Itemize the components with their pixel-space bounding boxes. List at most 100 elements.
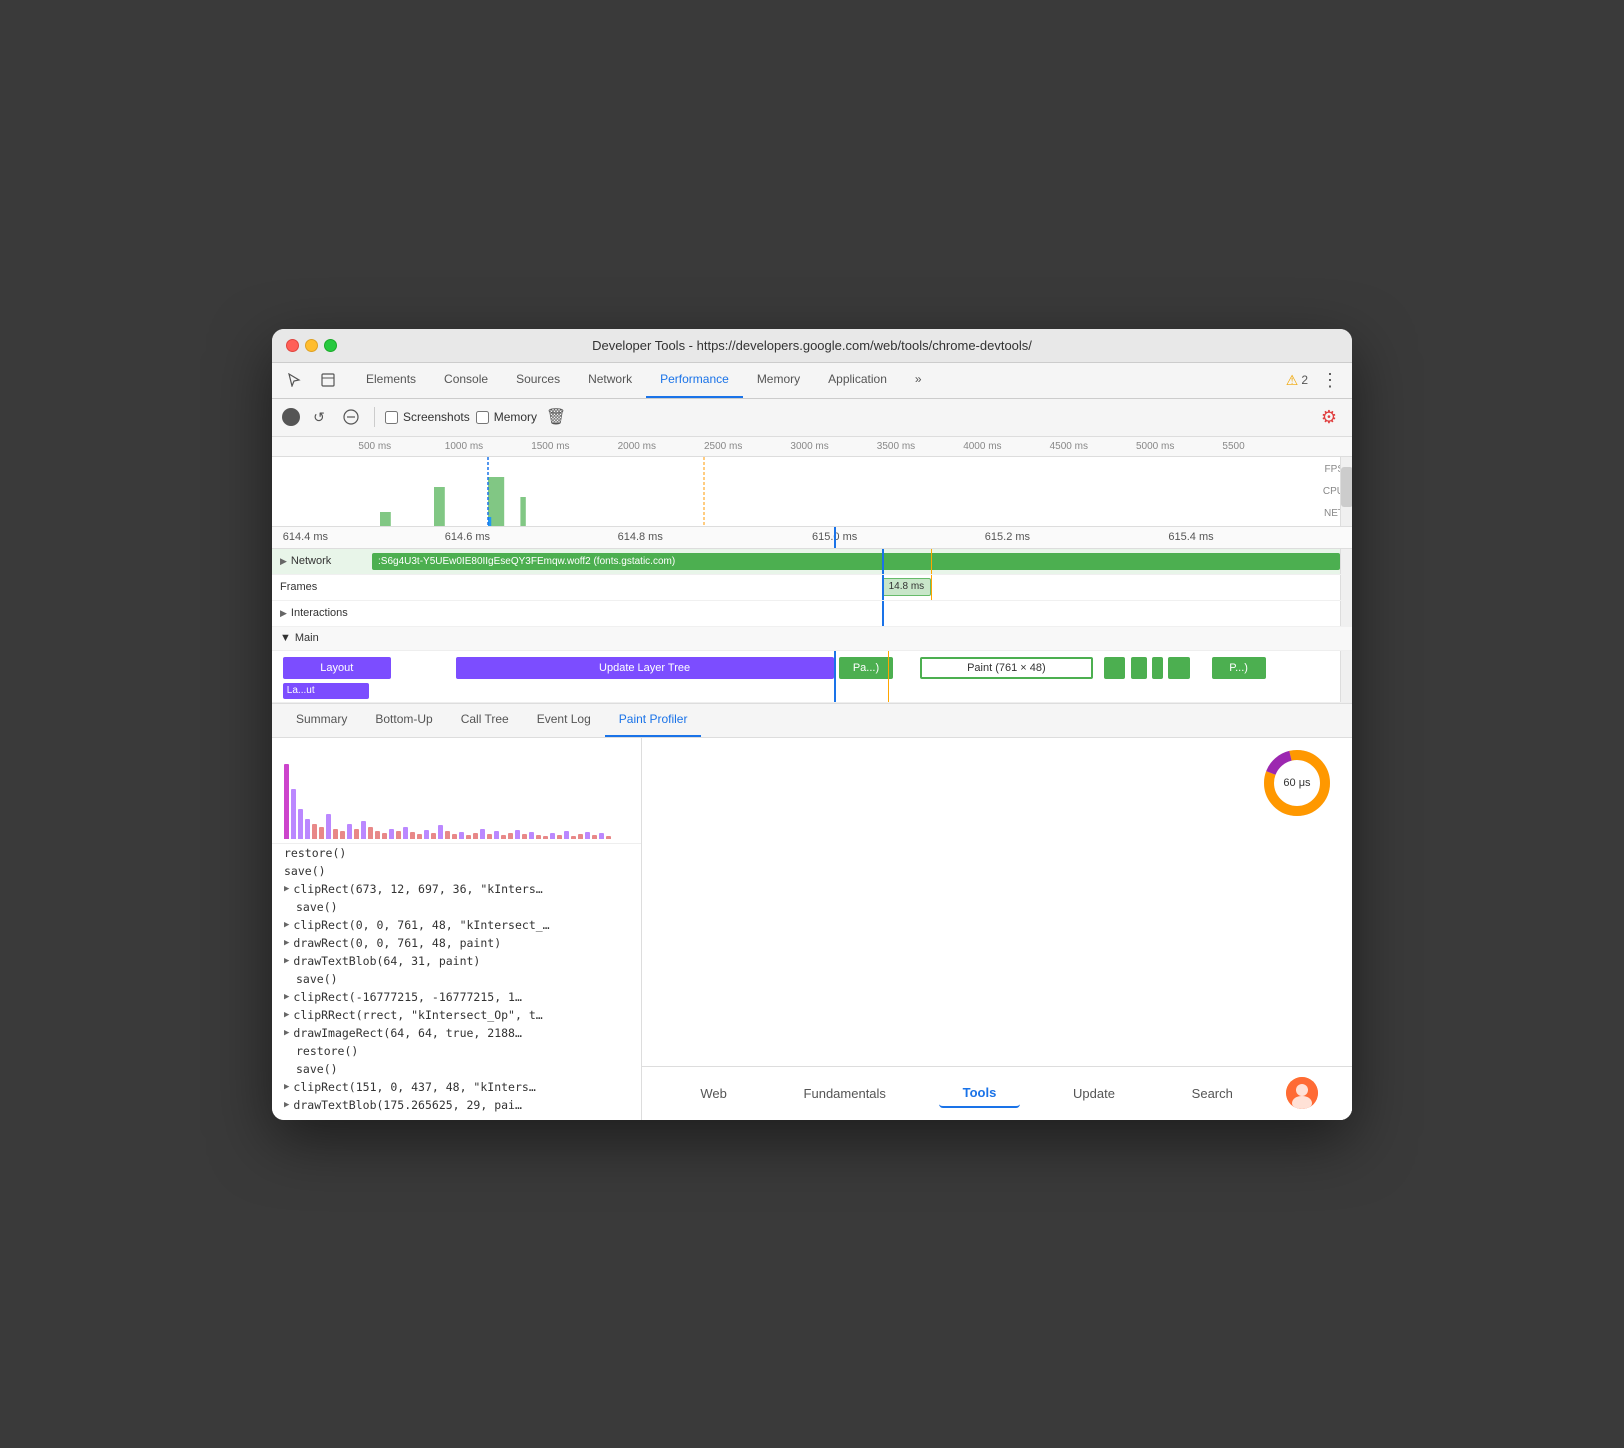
- track-frames: Frames 14.8 ms: [272, 575, 1352, 601]
- close-button[interactable]: [286, 339, 299, 352]
- tab-console[interactable]: Console: [430, 362, 502, 398]
- chart-bar-2: [298, 809, 303, 839]
- chart-bar-43: [585, 832, 590, 839]
- track-interactions-content: [372, 601, 1352, 626]
- paint-cmd-cliprect-2[interactable]: ▶ clipRect(0, 0, 761, 48, "kIntersect_…: [272, 916, 641, 934]
- toolbar: ↺ Screenshots Memory 🗑 ⚙: [272, 399, 1352, 437]
- paint-cmd-cliprect-4[interactable]: ▶ clipRect(151, 0, 437, 48, "kInters…: [272, 1078, 641, 1096]
- track-interactions-text: Interactions: [291, 607, 348, 619]
- chart-bar-42: [578, 834, 583, 839]
- chart-bar-17: [403, 827, 408, 839]
- track-frames-text: Frames: [280, 581, 317, 593]
- paint-cmd-drawimagerect[interactable]: ▶ drawImageRect(64, 64, true, 2188…: [272, 1024, 641, 1042]
- tab-memory[interactable]: Memory: [743, 362, 814, 398]
- cursor-icon[interactable]: [280, 366, 308, 394]
- chart-bar-10: [354, 829, 359, 839]
- tab-performance[interactable]: Performance: [646, 362, 743, 398]
- paint-cmd-cliprect-1[interactable]: ▶ clipRect(673, 12, 697, 36, "kInters…: [272, 880, 641, 898]
- chart-bar-46: [606, 836, 611, 839]
- tab-paint-profiler[interactable]: Paint Profiler: [605, 703, 702, 737]
- more-options-icon[interactable]: ⋮: [1316, 366, 1344, 394]
- chart-bar-22: [438, 825, 443, 839]
- memory-checkbox-label[interactable]: Memory: [476, 410, 537, 424]
- chart-bar-21: [431, 833, 436, 839]
- warning-badge[interactable]: ⚠ 2: [1286, 372, 1308, 389]
- chart-bar-41: [571, 836, 576, 839]
- tab-event-log[interactable]: Event Log: [523, 703, 605, 737]
- donut-chart-container: 60 μs: [1262, 748, 1332, 818]
- task-paint-1: Pa...): [839, 657, 893, 679]
- timeline-cursor-line: [834, 527, 836, 548]
- chart-bar-38: [550, 833, 555, 839]
- task-green-1: [1104, 657, 1126, 679]
- main-tasks-row: Layout Update Layer Tree Pa...) Paint (7…: [272, 651, 1352, 703]
- paint-cmd-cliprrect[interactable]: ▶ clipRRect(rrect, "kIntersect_Op", t…: [272, 1006, 641, 1024]
- memory-label: Memory: [494, 410, 537, 424]
- settings-button[interactable]: ⚙: [1316, 404, 1342, 430]
- paint-cmd-save-3[interactable]: save(): [272, 970, 641, 988]
- memory-checkbox[interactable]: [476, 411, 489, 424]
- title-bar: Developer Tools - https://developers.goo…: [272, 329, 1352, 363]
- track-interactions: ▶ Interactions: [272, 601, 1352, 627]
- tab-network[interactable]: Network: [574, 362, 646, 398]
- detail-ruler: 614.4 ms 614.6 ms 614.8 ms 615.0 ms 615.…: [272, 527, 1352, 549]
- paint-cmd-save-2[interactable]: save(): [272, 898, 641, 916]
- paint-cmd-save-4[interactable]: save(): [272, 1060, 641, 1078]
- paint-cmd-drawrect[interactable]: ▶ drawRect(0, 0, 761, 48, paint): [272, 934, 641, 952]
- record-button[interactable]: [282, 408, 300, 426]
- main-collapse-arrow[interactable]: ▼: [280, 632, 291, 644]
- network-bar: :S6g4U3t-Y5UEw0IE80IIgEseQY3FEmqw.woff2 …: [372, 553, 1340, 570]
- nav-web[interactable]: Web: [676, 1080, 751, 1107]
- nav-update[interactable]: Update: [1049, 1080, 1139, 1107]
- paint-cmd-cliprrect-text: clipRRect(rrect, "kIntersect_Op", t…: [293, 1008, 542, 1022]
- paint-cmd-drawtextblob-1[interactable]: ▶ drawTextBlob(64, 31, paint): [272, 952, 641, 970]
- chart-bar-29: [487, 834, 492, 839]
- chart-bar-16: [396, 831, 401, 839]
- track-scrollbar[interactable]: [1340, 549, 1352, 574]
- interactions-scrollbar[interactable]: [1340, 601, 1352, 626]
- chart-bar-31: [501, 835, 506, 839]
- screenshots-checkbox-label[interactable]: Screenshots: [385, 410, 470, 424]
- minimize-button[interactable]: [305, 339, 318, 352]
- maximize-button[interactable]: [324, 339, 337, 352]
- clear-button[interactable]: [338, 404, 364, 430]
- timeline-ruler: 500 ms 1000 ms 1500 ms 2000 ms 2500 ms 3…: [272, 437, 1352, 457]
- chart-bar-23: [445, 831, 450, 839]
- detail-mark-614.6: 614.6 ms: [445, 531, 490, 543]
- task-paint-761: Paint (761 × 48): [920, 657, 1093, 679]
- dock-icon[interactable]: [314, 366, 342, 394]
- scrollbar[interactable]: [1340, 457, 1352, 527]
- sub-task-layout: La...ut: [283, 683, 369, 699]
- tab-sources[interactable]: Sources: [502, 362, 574, 398]
- tab-more[interactable]: »: [901, 362, 936, 398]
- chart-bar-45: [599, 833, 604, 839]
- main-scrollbar[interactable]: [1340, 651, 1352, 702]
- user-avatar[interactable]: [1286, 1077, 1318, 1109]
- paint-cmd-restore-1[interactable]: restore(): [272, 844, 641, 862]
- tab-application[interactable]: Application: [814, 362, 901, 398]
- tab-call-tree[interactable]: Call Tree: [447, 703, 523, 737]
- reload-button[interactable]: ↺: [306, 404, 332, 430]
- tab-summary[interactable]: Summary: [282, 703, 361, 737]
- screenshots-checkbox[interactable]: [385, 411, 398, 424]
- paint-cmd-drawtextblob-2[interactable]: ▶ drawTextBlob(175.265625, 29, pai…: [272, 1096, 641, 1114]
- scrollbar-thumb[interactable]: [1341, 467, 1352, 507]
- tab-elements[interactable]: Elements: [352, 362, 430, 398]
- chart-bar-37: [543, 836, 548, 839]
- nav-tools[interactable]: Tools: [939, 1079, 1021, 1108]
- chart-bar-14: [382, 833, 387, 839]
- paint-cmd-save-1[interactable]: save(): [272, 862, 641, 880]
- nav-fundamentals[interactable]: Fundamentals: [780, 1080, 910, 1107]
- tab-bottom-up[interactable]: Bottom-Up: [361, 703, 446, 737]
- paint-cmd-restore-2[interactable]: restore(): [272, 1042, 641, 1060]
- track-frames-content: 14.8 ms: [372, 575, 1352, 600]
- blue-cursor-main: [834, 651, 836, 702]
- paint-cmd-cliprect-3[interactable]: ▶ clipRect(-16777215, -16777215, 1…: [272, 988, 641, 1006]
- nav-search[interactable]: Search: [1168, 1080, 1257, 1107]
- paint-cmd-drawimagerect-text: drawImageRect(64, 64, true, 2188…: [293, 1026, 521, 1040]
- chart-bar-30: [494, 831, 499, 839]
- task-green-4: [1168, 657, 1190, 679]
- main-section-header: ▼ Main: [272, 627, 1352, 651]
- frames-scrollbar[interactable]: [1340, 575, 1352, 600]
- trash-button[interactable]: 🗑: [543, 404, 569, 430]
